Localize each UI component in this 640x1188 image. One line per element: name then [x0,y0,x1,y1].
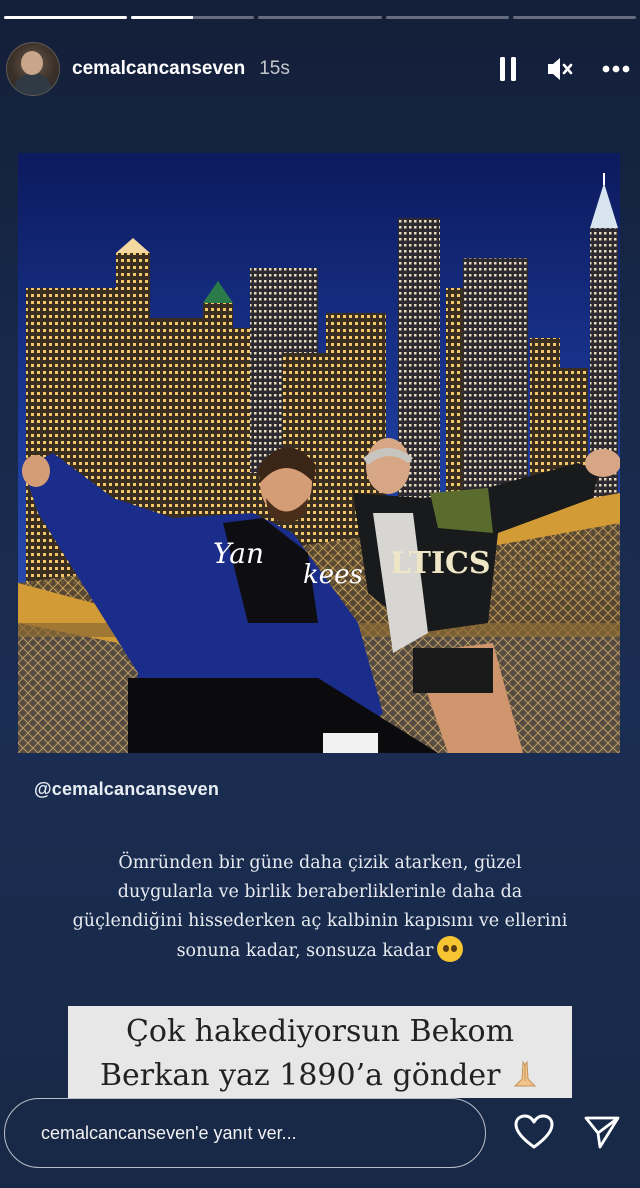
mute-icon[interactable] [546,56,574,82]
banner-line: Çok hakediyorsun Bekom [125,1014,515,1049]
caption-line: sonuna kadar, sonsuza kadar [176,941,434,961]
heart-icon[interactable] [512,1110,556,1154]
caption-line: Ömründen bir güne daha çizik atarken, gü… [118,853,522,873]
progress-segment [131,16,255,19]
text-banner: Çok hakediyorsun Bekom Berkan yaz 1890’a… [68,1006,572,1098]
mention-tag[interactable]: @cemalcancanseven [34,779,219,800]
progress-segment [258,16,382,19]
story-header: cemalcancanseven 15s [6,42,630,96]
more-icon[interactable] [602,65,630,73]
story-caption: Ömründen bir güne daha çizik atarken, gü… [20,849,620,966]
caption-line: duygularla ve birlik beraberliklerinle d… [117,882,523,902]
story-timestamp: 15s [259,58,290,79]
svg-text:LTICS: LTICS [390,546,491,581]
progress-segment [385,16,509,19]
pause-icon[interactable] [498,56,518,82]
reply-field-container[interactable] [4,1098,486,1168]
svg-text:kees: kees [303,560,363,590]
story-progress-bar [4,16,637,19]
progress-segment [4,16,128,19]
reply-input[interactable] [39,1121,463,1145]
progress-segment [512,16,637,19]
username[interactable]: cemalcancanseven [72,58,245,80]
avatar[interactable] [6,42,60,96]
svg-text:Yan: Yan [213,537,264,570]
pleading-face-icon [437,936,464,962]
send-icon[interactable] [580,1110,624,1154]
caption-line: güçlendiğini hissederken aç kalbinin kap… [72,911,568,931]
banner-line: Berkan yaz 1890’a gönder [100,1058,501,1093]
story-photo: Yan kees LTICS [18,153,620,753]
praying-hands-icon [510,1058,540,1088]
